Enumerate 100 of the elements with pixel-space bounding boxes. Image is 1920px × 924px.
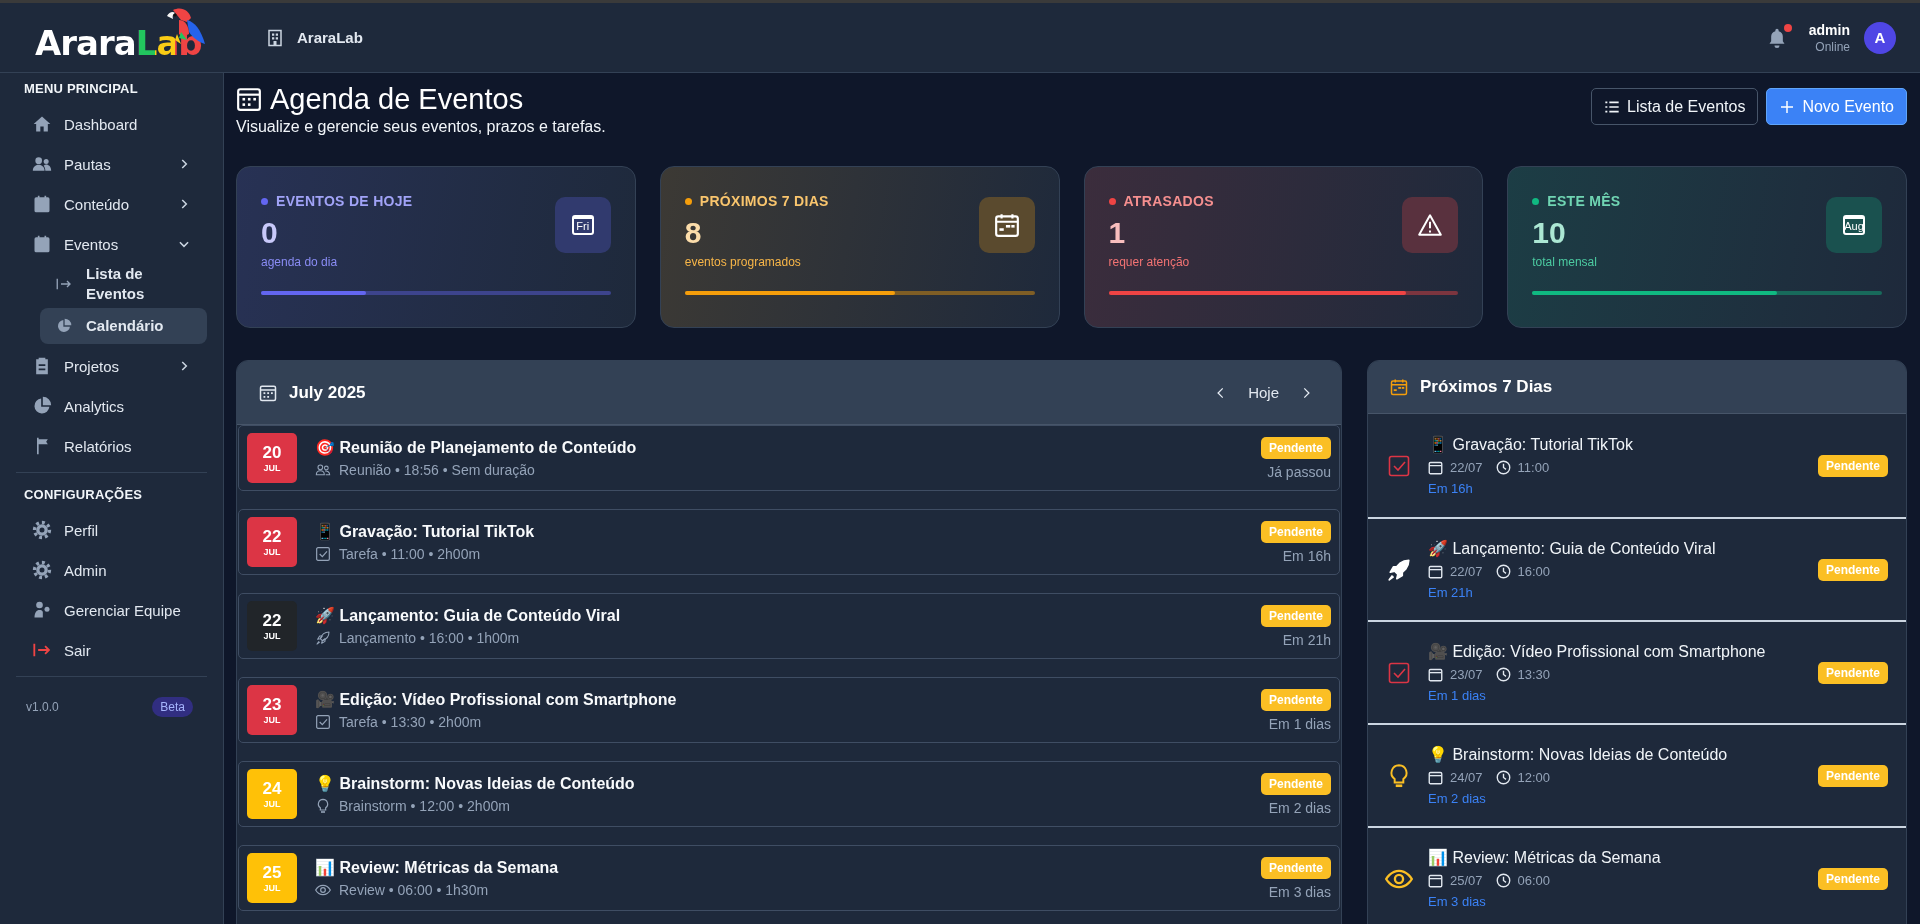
event-date: 25/07 [1450, 873, 1483, 888]
status-badge: Pendente [1261, 688, 1331, 711]
users-icon [32, 154, 52, 174]
date-month: JUL [263, 714, 281, 725]
event-title: 🎥 Edição: Vídeo Profissional com Smartphone [1428, 642, 1767, 661]
event-time: 13:30 [1517, 667, 1551, 682]
calendar-icon [1428, 460, 1443, 475]
relative-time: Já passou [1267, 463, 1331, 480]
page-title: Agenda de Eventos [270, 82, 524, 117]
event-card[interactable]: 23 JUL 🎥 Edição: Vídeo Profissional com Smartphone Tarefa • 13:30 • 2h00m Pendente Em 1 dias [238, 677, 1340, 743]
sidebar-item[interactable]: Perfil [16, 510, 207, 550]
event-title: 💡 Brainstorm: Novas Ideias de Conteúdo [315, 774, 636, 793]
calendar-icon [1428, 667, 1443, 682]
rocket-icon [315, 630, 331, 646]
checkbox-icon [1387, 453, 1411, 478]
date-day: 25 [262, 863, 282, 881]
building-icon [267, 28, 283, 47]
upcoming-event[interactable]: 🎥 Edição: Vídeo Profissional com Smartphone 23/07 13:30 Em 1 dias Pendente [1368, 620, 1906, 723]
relative-time: Em 3 dias [1428, 894, 1487, 909]
status-badge: Pendente [1818, 454, 1888, 477]
event-card[interactable]: 22 JUL 📱 Gravação: Tutorial TikTok Tarefa • 11:00 • 2h00m Pendente Em 16h [238, 509, 1340, 575]
relative-time: Em 21h [1428, 585, 1474, 600]
relative-time: Em 2 dias [1428, 791, 1487, 806]
eye-icon [315, 882, 331, 898]
event-meta: Reunião • 18:56 • Sem duração [339, 462, 535, 478]
organization-name[interactable]: AraraLab [297, 29, 363, 46]
user-avatar[interactable]: A [1864, 21, 1896, 54]
sidebar-item[interactable]: Dashboard [16, 104, 207, 144]
sidebar-item[interactable]: Analytics [16, 386, 207, 426]
event-title: 📊 Review: Métricas da Semana [315, 858, 560, 877]
relative-time: Em 16h [1282, 547, 1331, 564]
sidebar-subitem[interactable]: Calendário [40, 308, 207, 344]
user-name: admin [1808, 21, 1850, 38]
date-month: JUL [263, 462, 281, 473]
status-badge: Pendente [1261, 856, 1331, 879]
event-card[interactable]: 24 JUL 💡 Brainstorm: Novas Ideias de Conteúdo Brainstorm • 12:00 • 2h00m Pendente Em 2 dias [238, 761, 1340, 827]
upcoming-event[interactable]: 📱 Gravação: Tutorial TikTok 22/07 11:00 Em 16h Pendente [1368, 414, 1906, 517]
date-day: 22 [262, 611, 282, 629]
event-time: 12:00 [1517, 770, 1551, 785]
event-card[interactable]: 25 JUL 📊 Review: Métricas da Semana Review • 06:00 • 1h30m Pendente Em 3 dias [238, 845, 1340, 911]
event-meta: Review • 06:00 • 1h30m [339, 882, 489, 898]
users-icon [315, 462, 331, 478]
sidebar-subitem[interactable]: Lista de Eventos [40, 264, 207, 304]
relative-time: Em 16h [1428, 481, 1474, 496]
date-month: JUL [263, 798, 281, 809]
event-date: 24/07 [1450, 770, 1483, 785]
status-badge: Pendente [1261, 604, 1331, 627]
event-list-button[interactable]: Lista de Eventos [1591, 88, 1759, 125]
event-meta: Tarefa • 11:00 • 2h00m [339, 546, 481, 562]
event-meta: Brainstorm • 12:00 • 2h00m [339, 798, 510, 814]
checkbox-icon [315, 546, 331, 562]
sidebar-item[interactable]: Eventos [16, 224, 207, 264]
page-subtitle: Visualize e gerencie seus eventos, prazos e tarefas. [236, 118, 606, 136]
pie-chart-icon [32, 396, 52, 416]
date-day: 24 [262, 779, 282, 797]
plus-icon [1779, 98, 1796, 115]
stat-caption: agenda do dia [261, 255, 339, 269]
clock-icon [1495, 770, 1511, 785]
sidebar-item[interactable]: Relatórios [16, 426, 207, 466]
rocket-icon [1386, 556, 1412, 583]
date-day: 23 [262, 695, 282, 713]
event-title: 🚀 Lançamento: Guia de Conteúdo Viral [315, 606, 622, 625]
event-card[interactable]: 22 JUL 🚀 Lançamento: Guia de Conteúdo Viral Lançamento • 16:00 • 1h00m Pendente Em 21h [238, 593, 1340, 659]
upcoming-event[interactable]: 💡 Brainstorm: Novas Ideias de Conteúdo 24/07 12:00 Em 2 dias Pendente [1368, 723, 1906, 826]
calendar-grid-icon [259, 383, 277, 402]
user-status: Online [1815, 39, 1850, 54]
date-month: JUL [263, 882, 281, 893]
clock-icon [1495, 873, 1511, 888]
relative-time: Em 1 dias [1268, 715, 1331, 732]
warning-icon [1417, 212, 1444, 238]
upcoming-event[interactable]: 🚀 Lançamento: Guia de Conteúdo Viral 22/07 16:00 Em 21h Pendente [1368, 517, 1906, 620]
sidebar-item[interactable]: Gerenciar Equipe [16, 590, 207, 630]
event-time: 16:00 [1517, 564, 1551, 579]
calendar-icon [1428, 564, 1443, 579]
stat-caption: eventos programados [684, 255, 802, 269]
stat-label: ATRASADOS [1123, 193, 1214, 209]
sidebar-item[interactable]: Admin [16, 550, 207, 590]
stat-caption: total mensal [1532, 255, 1598, 269]
event-date: 22/07 [1450, 564, 1483, 579]
stat-value: 1 [1108, 215, 1127, 251]
event-time: 11:00 [1517, 460, 1550, 475]
sidebar-item[interactable]: Pautas [16, 144, 207, 184]
event-meta: Lançamento • 16:00 • 1h00m [339, 630, 520, 646]
panel-title: Próximos 7 Dias [1420, 377, 1554, 397]
sidebar-item[interactable]: Sair [16, 630, 207, 670]
event-title: 💡 Brainstorm: Novas Ideias de Conteúdo [1428, 745, 1729, 764]
today-button[interactable]: Hoje [1248, 384, 1279, 401]
upcoming-event[interactable]: 📊 Review: Métricas da Semana 25/07 06:00 Em 3 dias Pendente [1368, 826, 1906, 924]
sidebar-item[interactable]: Conteúdo [16, 184, 207, 224]
relative-time: Em 3 dias [1268, 883, 1331, 900]
event-card[interactable]: 20 JUL 🎯 Reunião de Planejamento de Conteúdo Reunião • 18:56 • Sem duração Pendente Já passou [238, 425, 1340, 491]
status-badge: Pendente [1261, 436, 1331, 459]
calendar-icon [1428, 873, 1443, 888]
status-badge: Pendente [1261, 520, 1331, 543]
sidebar-item[interactable]: Projetos [16, 346, 207, 386]
event-title: 📊 Review: Métricas da Semana [1428, 848, 1662, 867]
arrow-bar-icon [55, 276, 73, 292]
stat-label: PRÓXIMOS 7 DIAS [699, 193, 829, 209]
new-event-button[interactable]: Novo Evento [1766, 88, 1907, 125]
status-badge: Pendente [1818, 661, 1888, 684]
